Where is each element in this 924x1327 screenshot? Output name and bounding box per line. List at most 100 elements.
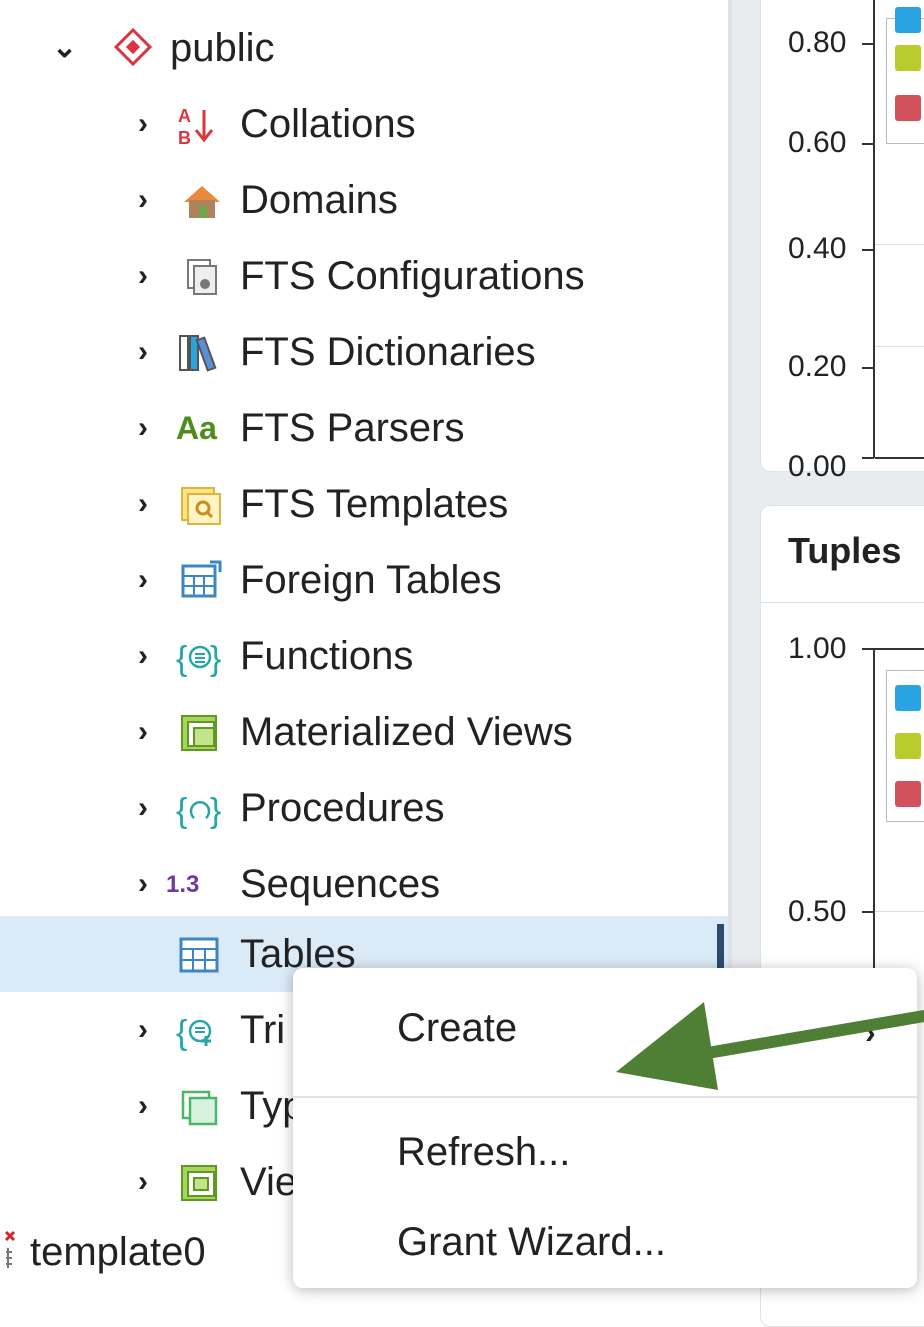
tree-node-materialized-views[interactable]: › Materialized Views <box>0 694 728 770</box>
menu-item-label: Grant Wizard... <box>397 1220 666 1264</box>
menu-item-refresh[interactable]: Refresh... <box>293 1098 917 1190</box>
menu-item-create[interactable]: Create › <box>293 968 917 1096</box>
menu-item-label: Create <box>397 1006 518 1050</box>
tree-node-fts-parsers[interactable]: › Aa FTS Parsers <box>0 390 728 466</box>
chevron-down-icon[interactable]: ⌄ <box>52 33 77 63</box>
y-tick-label: 0.20 <box>788 350 847 383</box>
views-icon <box>180 1162 224 1202</box>
gridline <box>875 244 924 245</box>
tree-node-collations[interactable]: › AB Collations <box>0 86 728 162</box>
svg-text:{: { <box>176 792 187 830</box>
chevron-right-icon[interactable]: › <box>138 185 158 215</box>
fts-configurations-icon <box>182 256 226 296</box>
y-axis <box>873 648 875 988</box>
fts-dictionaries-icon <box>178 332 222 372</box>
tree-node-functions[interactable]: › {} Functions <box>0 618 728 694</box>
svg-text:{: { <box>176 640 187 678</box>
tree-node-label: Domains <box>240 178 398 222</box>
y-tick <box>862 457 874 459</box>
tree-node-label: Procedures <box>240 786 445 830</box>
y-tick-label: 0.80 <box>788 26 847 59</box>
tree-node-label: Sequences <box>240 862 441 906</box>
y-tick <box>862 43 874 45</box>
foreign-tables-icon <box>180 560 224 600</box>
chevron-right-icon[interactable]: › <box>138 1091 158 1121</box>
tree-node-label: FTS Dictionaries <box>240 330 536 374</box>
chevron-right-icon[interactable]: › <box>138 1167 158 1197</box>
svg-text:}: } <box>210 640 221 678</box>
x-axis <box>875 457 924 459</box>
tree-node-foreign-tables[interactable]: › Foreign Tables <box>0 542 728 618</box>
y-axis <box>873 0 875 458</box>
types-icon <box>180 1086 224 1126</box>
tree-node-label: Materialized Views <box>240 710 573 754</box>
chart-title: Tuples <box>788 530 902 571</box>
tree-node-fts-configurations[interactable]: › FTS Configurations <box>0 238 728 314</box>
tree-node-public[interactable]: ⌄ public <box>0 10 728 86</box>
chevron-right-icon[interactable]: › <box>138 641 158 671</box>
gridline <box>875 911 924 912</box>
legend-swatch-blue <box>895 685 921 711</box>
legend-swatch-green <box>895 45 921 71</box>
tree-node-label: Vie <box>240 1160 298 1204</box>
chevron-right-icon[interactable]: › <box>138 413 158 443</box>
chevron-right-icon[interactable]: › <box>138 337 158 367</box>
sequences-icon: 1.3 <box>166 871 200 898</box>
tree-node-sequences[interactable]: › 1.3 Sequences <box>0 846 728 922</box>
chevron-right-icon[interactable]: › <box>138 793 158 823</box>
y-tick <box>862 249 874 251</box>
tree-node-label: Functions <box>240 634 414 678</box>
y-tick <box>862 648 874 650</box>
chevron-right-icon[interactable]: › <box>138 109 158 139</box>
y-tick-label: 0.50 <box>788 895 847 928</box>
tree-node-fts-templates[interactable]: › FTS Templates <box>0 466 728 542</box>
chevron-right-icon[interactable]: › <box>138 717 158 747</box>
tree-node-label: FTS Parsers <box>240 406 465 450</box>
fts-parsers-icon: Aa <box>176 410 217 446</box>
fts-templates-icon <box>180 484 224 525</box>
chevron-right-icon[interactable]: › <box>138 1015 158 1045</box>
tree-node-label: Collations <box>240 102 416 146</box>
menu-item-grant-wizard[interactable]: Grant Wizard... <box>293 1190 917 1288</box>
chart-legend <box>886 670 924 822</box>
y-tick-label: 0.40 <box>788 232 847 265</box>
chevron-right-icon[interactable]: › <box>138 565 158 595</box>
svg-text:B: B <box>178 128 191 148</box>
tree-node-label: FTS Configurations <box>240 254 585 298</box>
tree-node-fts-dictionaries[interactable]: › FTS Dictionaries <box>0 314 728 390</box>
svg-text:A: A <box>178 106 191 126</box>
svg-text:{: { <box>176 1014 187 1052</box>
tree-node-domains[interactable]: › Domains <box>0 162 728 238</box>
legend-swatch-red <box>895 781 921 807</box>
chart-legend <box>886 7 924 144</box>
procedures-icon: {} <box>176 788 221 830</box>
svg-text:}: } <box>210 792 221 830</box>
tree-node-label: Foreign Tables <box>240 558 502 602</box>
chevron-right-icon[interactable]: › <box>138 869 158 899</box>
legend-swatch-green <box>895 733 921 759</box>
tree-node-label: template0 <box>30 1230 206 1274</box>
y-tick-label: 0.60 <box>788 126 847 159</box>
y-tick <box>862 143 874 145</box>
y-tick <box>862 367 874 369</box>
schema-icon <box>112 26 156 67</box>
y-tick-label: 0.00 <box>788 450 847 483</box>
trigger-functions-icon: { <box>176 1010 220 1052</box>
chevron-right-icon[interactable]: › <box>138 489 158 519</box>
tables-icon <box>178 934 222 974</box>
functions-icon: {} <box>176 636 221 678</box>
materialized-views-icon <box>180 712 224 752</box>
legend-swatch-blue <box>895 7 921 33</box>
tree-node-procedures[interactable]: › {} Procedures <box>0 770 728 846</box>
legend-swatch-red <box>895 95 921 121</box>
chevron-right-icon[interactable]: › <box>138 261 158 291</box>
tree-node-label: public <box>170 26 275 70</box>
domains-icon <box>180 180 224 220</box>
database-disconnected-icon <box>2 1228 32 1268</box>
context-menu: Create › Refresh... Grant Wizard... <box>293 968 917 1288</box>
menu-item-label: Refresh... <box>397 1130 571 1174</box>
plot-top-border <box>875 648 924 650</box>
gridline <box>875 346 924 347</box>
card-header-divider <box>760 602 924 603</box>
tree-node-label: Tri <box>240 1008 286 1052</box>
